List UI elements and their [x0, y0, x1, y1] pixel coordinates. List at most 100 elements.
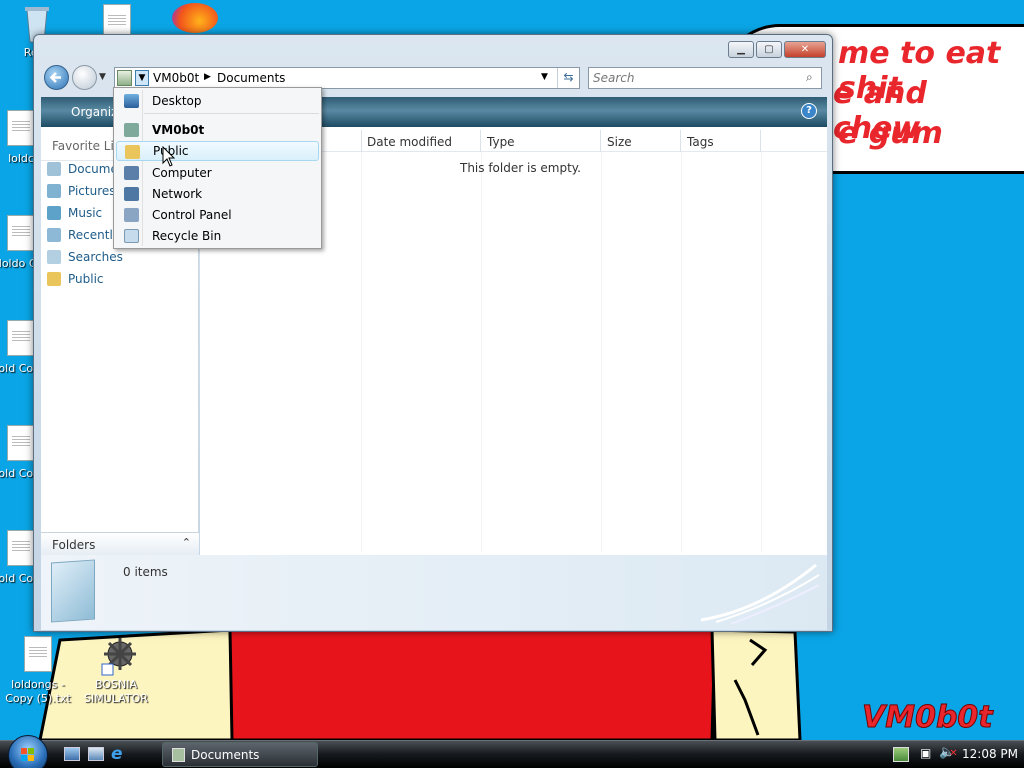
nav-item-music[interactable]: Music	[47, 203, 102, 223]
desktop-icon-label: BOSNIA SIMULATOR	[84, 678, 148, 705]
nav-item-label: Public	[68, 272, 104, 286]
details-pane: 0 items	[41, 555, 827, 630]
desktop-icon-bosnia-simulator[interactable]: BOSNIA SIMULATOR	[80, 636, 152, 706]
nav-item-label: Searches	[68, 250, 123, 264]
taskbar-button-documents[interactable]: Documents	[162, 742, 318, 767]
column-separator	[481, 152, 482, 552]
menu-item-desktop[interactable]: Desktop	[116, 91, 319, 111]
caption-buttons: ▁ ▢ ✕	[728, 41, 826, 58]
column-header-tags[interactable]: Tags	[681, 130, 761, 152]
search-input[interactable]: Search	[588, 67, 822, 89]
breadcrumb-documents[interactable]: Documents	[217, 71, 285, 85]
address-history-chevron-icon[interactable]: ▼	[541, 72, 548, 82]
mine-shortcut-icon	[100, 636, 136, 676]
chevron-up-icon: ⌃	[181, 536, 191, 549]
taskbar: e Documents ▣ 🔈✕ 12:08 PM	[0, 735, 1024, 768]
documents-icon	[47, 162, 61, 176]
music-icon	[47, 206, 61, 220]
signature-text: VM0b0t	[862, 700, 994, 736]
column-header-type[interactable]: Type	[481, 130, 601, 152]
column-header-date-modified[interactable]: Date modified	[361, 130, 481, 152]
nav-item-label: Music	[68, 206, 103, 220]
location-icon	[117, 70, 132, 86]
folders-toggle[interactable]: Folders ⌃	[41, 532, 199, 555]
mouse-cursor-icon	[162, 146, 176, 167]
nav-item-label: Pictures	[68, 184, 116, 198]
network-icon	[124, 187, 139, 201]
back-arrow-icon	[49, 72, 61, 83]
search-icon[interactable]: ⌕	[806, 70, 813, 85]
desktop-icon-label: loldongs - Copy (5).txt	[5, 678, 71, 705]
menu-item-network[interactable]: Network	[116, 184, 319, 204]
favorite-links-header: Favorite Lin	[52, 139, 122, 153]
menu-item-control-panel[interactable]: Control Panel	[116, 205, 319, 225]
location-dropdown-menu: Desktop VM0b0t Public Computer Network C…	[113, 87, 322, 249]
nav-item-public[interactable]: Public	[47, 269, 104, 289]
user-folder-icon	[124, 123, 139, 137]
menu-item-label: VM0b0t	[152, 123, 205, 137]
internet-explorer-icon[interactable]: e	[111, 744, 123, 764]
windows-logo-icon	[21, 748, 34, 761]
searches-icon	[47, 250, 61, 264]
menu-item-label: Desktop	[152, 94, 202, 108]
menu-item-label: Control Panel	[152, 208, 232, 222]
organize-button[interactable]: Organiz	[71, 105, 117, 119]
help-icon[interactable]: ?	[801, 103, 817, 119]
menu-item-vm0b0t[interactable]: VM0b0t	[116, 120, 319, 140]
folder-icon	[47, 272, 61, 286]
desktop-icon	[124, 94, 139, 108]
menu-item-label: Computer	[152, 166, 212, 180]
column-separator	[761, 152, 762, 552]
folders-label: Folders	[52, 538, 96, 552]
back-button[interactable]	[44, 65, 69, 90]
menu-item-computer[interactable]: Computer	[116, 163, 319, 183]
item-count: 0 items	[123, 565, 168, 579]
taskbar-button-label: Documents	[191, 748, 260, 762]
network-tray-icon[interactable]	[893, 747, 909, 762]
computer-icon	[124, 166, 139, 180]
close-button[interactable]: ✕	[784, 41, 826, 58]
volume-muted-icon[interactable]: 🔈✕	[939, 745, 964, 760]
details-swoosh-decoration	[701, 563, 820, 625]
column-header-size[interactable]: Size	[601, 130, 681, 152]
clock[interactable]: 12:08 PM	[962, 747, 1018, 761]
minimize-button[interactable]: ▁	[728, 41, 754, 58]
nav-item-label: Docume	[68, 162, 118, 176]
address-dropdown-button[interactable]: ▼	[135, 70, 149, 86]
maximize-button[interactable]: ▢	[756, 41, 782, 58]
breadcrumb-vm0b0t[interactable]: VM0b0t	[153, 71, 199, 85]
pictures-icon	[47, 184, 61, 198]
switch-windows-icon[interactable]	[88, 747, 104, 761]
nav-item-documents[interactable]: Docume	[47, 159, 118, 179]
start-button[interactable]	[8, 735, 48, 768]
recent-pages-chevron-icon[interactable]: ▼	[99, 72, 106, 82]
folder-icon	[125, 145, 140, 159]
empty-folder-message: This folder is empty.	[460, 161, 581, 175]
menu-separator	[144, 113, 319, 114]
column-separator	[681, 152, 682, 552]
menu-item-label: Network	[152, 187, 203, 201]
column-separator	[361, 152, 362, 552]
text-file-icon	[22, 636, 54, 676]
breadcrumb-separator-icon[interactable]: ▶	[204, 72, 211, 82]
menu-item-label: Recycle Bin	[152, 229, 222, 243]
nav-item-searches[interactable]: Searches	[47, 247, 123, 267]
refresh-icon[interactable]: ⇆	[557, 68, 579, 88]
documents-folder-icon	[172, 748, 185, 762]
desktop-icon-text-file[interactable]: loldongs - Copy (5).txt	[3, 636, 73, 706]
control-panel-icon	[124, 208, 139, 222]
firefox-icon[interactable]	[172, 3, 218, 33]
documents-folder-large-icon	[51, 559, 95, 623]
nav-item-recently-changed[interactable]: Recently	[47, 225, 120, 245]
network-disconnected-icon[interactable]: ▣	[920, 746, 931, 760]
menu-item-recycle-bin[interactable]: Recycle Bin	[116, 226, 319, 246]
address-bar[interactable]: ▼ VM0b0t ▶ Documents ▼ ⇆	[114, 67, 580, 89]
nav-item-pictures[interactable]: Pictures	[47, 181, 116, 201]
speech-line-3: e gum	[838, 116, 943, 151]
show-desktop-icon[interactable]	[64, 747, 80, 761]
column-separator	[601, 152, 602, 552]
recycle-bin-icon	[124, 229, 139, 243]
recent-icon	[47, 228, 61, 242]
forward-button[interactable]	[72, 65, 97, 90]
menu-item-public[interactable]: Public	[116, 141, 319, 161]
